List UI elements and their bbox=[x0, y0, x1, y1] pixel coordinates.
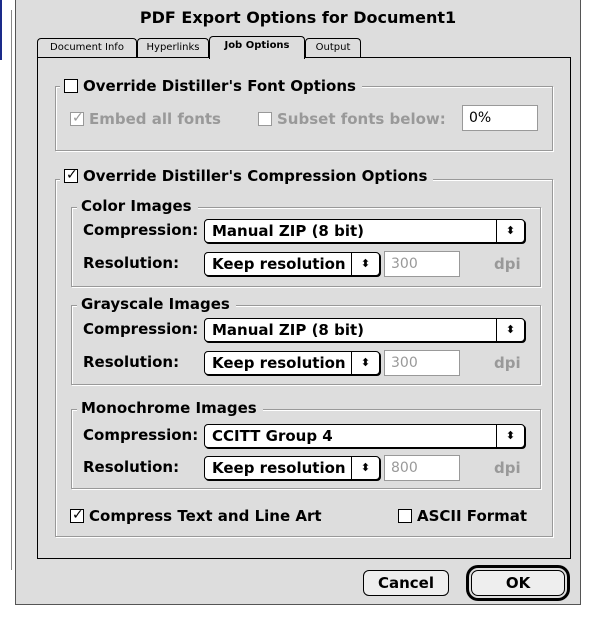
grayscale-dpi-unit: dpi bbox=[494, 354, 521, 372]
monochrome-resolution-value: Keep resolution bbox=[212, 459, 346, 477]
subset-fonts-label: Subset fonts below: bbox=[277, 110, 446, 128]
grayscale-resolution-popup[interactable]: Keep resolution ⬍ bbox=[204, 351, 380, 375]
embed-fonts-label: Embed all fonts bbox=[89, 110, 221, 128]
tab-job-options[interactable]: Job Options bbox=[209, 36, 305, 59]
color-resolution-value: Keep resolution bbox=[212, 255, 346, 273]
embed-fonts-option[interactable]: ✓ Embed all fonts bbox=[70, 110, 221, 128]
popup-arrow-icon: ⬍ bbox=[351, 253, 379, 275]
grayscale-images-title: Grayscale Images bbox=[77, 295, 236, 313]
grayscale-compression-value: Manual ZIP (8 bit) bbox=[212, 321, 364, 339]
popup-arrow-icon: ⬍ bbox=[496, 319, 524, 341]
monochrome-dpi-unit: dpi bbox=[494, 459, 521, 477]
color-compression-label: Compression: bbox=[83, 221, 199, 239]
override-compression-label: Override Distiller's Compression Options bbox=[83, 167, 428, 185]
monochrome-compression-label: Compression: bbox=[83, 426, 199, 444]
subset-fonts-checkbox[interactable] bbox=[258, 112, 272, 126]
popup-arrow-icon: ⬍ bbox=[496, 220, 524, 242]
monochrome-resolution-popup[interactable]: Keep resolution ⬍ bbox=[204, 456, 380, 480]
grayscale-resolution-label: Resolution: bbox=[83, 353, 180, 371]
check-icon: ✓ bbox=[66, 167, 78, 183]
compress-text-option[interactable]: ✓ Compress Text and Line Art bbox=[70, 507, 322, 525]
color-compression-value: Manual ZIP (8 bit) bbox=[212, 222, 364, 240]
monochrome-compression-popup[interactable]: CCITT Group 4 ⬍ bbox=[204, 424, 525, 448]
subset-fonts-option[interactable]: Subset fonts below: bbox=[258, 110, 446, 128]
color-images-title: Color Images bbox=[77, 197, 198, 215]
color-dpi-field[interactable]: 300 bbox=[384, 251, 460, 277]
grayscale-compression-label: Compression: bbox=[83, 320, 199, 338]
color-dpi-unit: dpi bbox=[494, 255, 521, 273]
override-font-options[interactable]: Override Distiller's Font Options bbox=[60, 77, 362, 95]
color-resolution-popup[interactable]: Keep resolution ⬍ bbox=[204, 252, 380, 276]
grayscale-resolution-value: Keep resolution bbox=[212, 354, 346, 372]
ascii-format-checkbox[interactable] bbox=[398, 509, 412, 523]
grayscale-compression-popup[interactable]: Manual ZIP (8 bit) ⬍ bbox=[204, 318, 525, 342]
tab-output[interactable]: Output bbox=[305, 38, 361, 58]
monochrome-images-title: Monochrome Images bbox=[77, 399, 263, 417]
compress-text-checkbox[interactable]: ✓ bbox=[70, 507, 84, 523]
override-compression-options[interactable]: ✓ Override Distiller's Compression Optio… bbox=[60, 167, 434, 185]
popup-arrow-icon: ⬍ bbox=[496, 425, 524, 447]
grayscale-dpi-field[interactable]: 300 bbox=[384, 350, 460, 376]
check-icon: ✓ bbox=[72, 507, 84, 523]
tab-document-info[interactable]: Document Info bbox=[37, 38, 137, 58]
ascii-format-option[interactable]: ASCII Format bbox=[398, 507, 527, 525]
override-font-label: Override Distiller's Font Options bbox=[83, 77, 356, 95]
color-compression-popup[interactable]: Manual ZIP (8 bit) ⬍ bbox=[204, 219, 525, 243]
job-options-panel: Override Distiller's Font Options ✓ Embe… bbox=[37, 57, 571, 559]
tab-hyperlinks[interactable]: Hyperlinks bbox=[137, 38, 209, 58]
window-edge-accent bbox=[0, 0, 2, 60]
cancel-button[interactable]: Cancel bbox=[363, 570, 449, 596]
ascii-format-label: ASCII Format bbox=[417, 507, 528, 525]
monochrome-resolution-label: Resolution: bbox=[83, 458, 180, 476]
color-resolution-label: Resolution: bbox=[83, 254, 180, 272]
override-compression-checkbox[interactable]: ✓ bbox=[64, 167, 78, 183]
check-icon: ✓ bbox=[72, 110, 84, 126]
popup-arrow-icon: ⬍ bbox=[351, 457, 379, 479]
monochrome-dpi-field[interactable]: 800 bbox=[384, 455, 460, 481]
dialog-title: PDF Export Options for Document1 bbox=[139, 8, 457, 27]
compress-text-label: Compress Text and Line Art bbox=[89, 507, 322, 525]
subset-percent-field[interactable]: 0% bbox=[462, 105, 538, 131]
pdf-export-dialog: PDF Export Options for Document1 Documen… bbox=[15, 0, 581, 605]
popup-arrow-icon: ⬍ bbox=[351, 352, 379, 374]
monochrome-compression-value: CCITT Group 4 bbox=[212, 427, 333, 445]
window-edge bbox=[0, 10, 12, 570]
override-font-checkbox[interactable] bbox=[64, 79, 78, 93]
embed-fonts-checkbox[interactable]: ✓ bbox=[70, 110, 84, 126]
ok-button[interactable]: OK bbox=[471, 570, 565, 596]
